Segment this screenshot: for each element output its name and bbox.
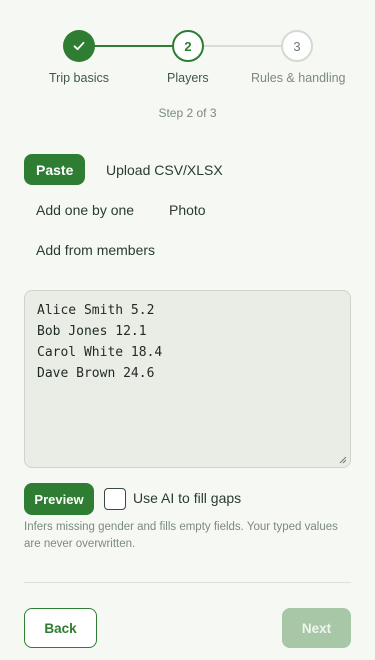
- step-2-circle: 2: [172, 30, 204, 62]
- check-icon: [73, 41, 85, 51]
- tab-photo[interactable]: Photo: [157, 194, 218, 225]
- progress-stepper: 2 3 Trip basics Players Rules & handling…: [0, 0, 375, 130]
- tab-add-one-by-one[interactable]: Add one by one: [24, 194, 146, 225]
- back-button[interactable]: Back: [24, 608, 97, 648]
- paste-players-textarea[interactable]: Alice Smith 5.2 Bob Jones 12.1 Carol Whi…: [24, 290, 351, 468]
- tab-paste[interactable]: Paste: [24, 154, 85, 185]
- tab-upload-csv-xlsx[interactable]: Upload CSV/XLSX: [94, 154, 235, 185]
- step-2-label: Players: [167, 71, 209, 85]
- footer-divider: [24, 582, 351, 583]
- step-1-label: Trip basics: [49, 71, 109, 85]
- step-3-label: Rules & handling: [251, 71, 346, 85]
- tab-add-from-members[interactable]: Add from members: [24, 234, 167, 265]
- step-connector-upcoming: [203, 45, 283, 47]
- step-connector-complete: [94, 45, 174, 47]
- ai-fill-hint: Infers missing gender and fills empty fi…: [24, 521, 338, 550]
- step-3-circle: 3: [281, 30, 313, 62]
- ai-fill-checkbox[interactable]: [104, 488, 126, 510]
- next-button[interactable]: Next: [282, 608, 351, 648]
- preview-button[interactable]: Preview: [24, 483, 94, 515]
- step-count-text: Step 2 of 3: [158, 106, 217, 120]
- step-1-circle: [63, 30, 95, 62]
- resize-grip-icon[interactable]: [339, 456, 347, 464]
- ai-fill-label[interactable]: Use AI to fill gaps: [133, 490, 241, 506]
